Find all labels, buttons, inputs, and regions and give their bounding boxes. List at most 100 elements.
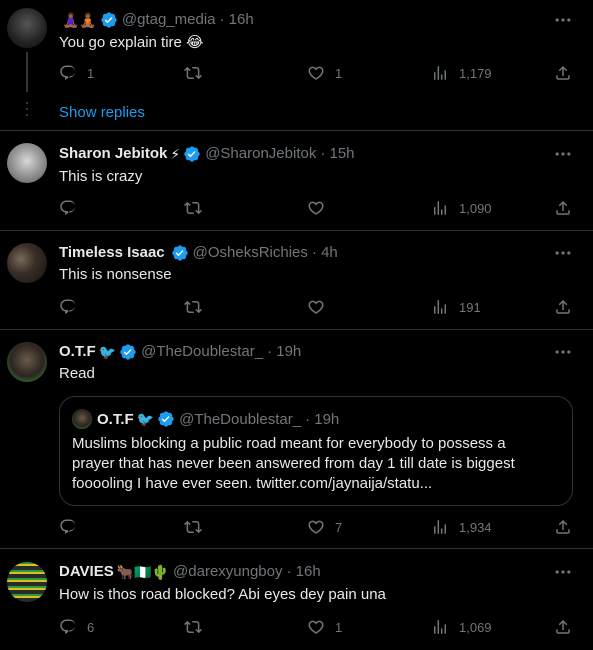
reply-button[interactable] [59,518,87,536]
verified-badge-icon [119,343,137,361]
views-button[interactable]: 1,090 [431,199,492,217]
display-name: O.T.F [97,410,134,428]
share-button[interactable] [554,518,572,536]
quoted-tweet-text: Muslims blocking a public road meant for… [72,435,515,492]
share-button[interactable] [554,298,572,316]
name-emoji: 🐦 [98,344,117,360]
reply-button[interactable]: 1 [59,64,94,82]
share-button[interactable] [554,64,572,82]
user-handle[interactable]: @SharonJebitok [205,144,316,164]
user-handle[interactable]: @OsheksRichies [193,243,308,263]
views-button[interactable]: 191 [431,298,481,316]
tweet-otf[interactable]: O.T.F 🐦 @TheDoublestar_ · 19h Read O.T.F… [0,330,593,548]
retweet-button[interactable] [184,298,212,316]
avatar[interactable] [7,143,47,183]
like-button[interactable]: 1 [307,618,342,636]
timestamp[interactable]: · 16h [220,10,254,30]
timestamp[interactable]: · 15h [320,144,354,164]
display-name[interactable]: Timeless Isaac [59,243,165,263]
views-chart-icon [431,64,449,82]
tweet-davies[interactable]: DAVIES 🐂🇳🇬🌵 @darexyungboy · 16h How is t… [0,549,593,650]
more-options-icon[interactable] [553,243,573,263]
thread-dots [25,102,29,120]
display-name[interactable]: DAVIES [59,562,114,582]
more-options-icon[interactable] [553,562,573,582]
heart-icon [307,298,325,316]
reply-button[interactable]: 6 [59,618,94,636]
tweet-actions: 191 [59,298,579,318]
user-handle[interactable]: @gtag_media [122,10,216,30]
name-emoji: 🐦 [136,410,155,427]
user-handle[interactable]: @TheDoublestar_ [141,342,263,362]
tweet-header: DAVIES 🐂🇳🇬🌵 @darexyungboy · 16h [59,562,321,582]
avatar[interactable] [7,342,47,382]
views-count: 1,179 [459,65,492,81]
share-icon [554,199,572,217]
tweet-header: Timeless Isaac @OsheksRichies · 4h [59,243,338,263]
retweet-icon [184,64,202,82]
timestamp[interactable]: · 16h [287,562,321,582]
tweet-gtag-media[interactable]: 🧘🏾‍♀️🧘🏾 @gtag_media · 16h You go explain… [0,0,593,126]
retweet-icon [184,199,202,217]
avatar [72,409,92,429]
reply-button[interactable] [59,199,87,217]
show-replies-link[interactable]: Show replies [59,104,145,121]
tweet-text: You go explain tire 😂 [59,34,204,51]
tweet-header: 🧘🏾‍♀️🧘🏾 @gtag_media · 16h [59,10,254,30]
avatar[interactable] [7,562,47,602]
views-chart-icon [431,298,449,316]
views-button[interactable]: 1,934 [431,518,492,536]
retweet-button[interactable] [184,618,212,636]
timestamp[interactable]: · 4h [312,243,338,263]
user-handle[interactable]: @darexyungboy [173,562,282,582]
tweet-text: This is crazy [59,168,143,185]
tweet-header: O.T.F 🐦 @TheDoublestar_ · 19h [59,342,301,362]
tweet-actions: 6 1 1,069 [59,618,579,638]
avatar[interactable] [7,243,47,283]
retweet-icon [184,518,202,536]
verified-badge-icon [171,244,189,262]
like-button[interactable] [307,199,335,217]
share-icon [554,618,572,636]
more-options-icon[interactable] [553,342,573,362]
heart-icon [307,518,325,536]
views-count: 1,069 [459,619,492,635]
like-button[interactable]: 7 [307,518,342,536]
heart-icon [307,64,325,82]
like-button[interactable] [307,298,335,316]
share-button[interactable] [554,199,572,217]
tweet-actions: 1,090 [59,199,579,219]
views-count: 191 [459,299,481,315]
views-count: 1,934 [459,519,492,535]
tweet-sharon-jebitok[interactable]: Sharon Jebitok ⚡ @SharonJebitok · 15h Th… [0,131,593,231]
more-options-icon[interactable] [553,10,573,30]
name-emoji: 🧘🏾‍♀️🧘🏾 [62,12,97,28]
views-button[interactable]: 1,069 [431,618,492,636]
like-button[interactable]: 1 [307,64,342,82]
retweet-button[interactable] [184,64,212,82]
quoted-tweet[interactable]: O.T.F 🐦 @TheDoublestar_ · 19h Muslims bl… [59,396,573,506]
reply-icon [59,199,77,217]
verified-badge-icon [157,410,175,428]
display-name[interactable]: O.T.F [59,342,96,362]
reply-button[interactable] [59,298,87,316]
share-button[interactable] [554,618,572,636]
reply-icon [59,298,77,316]
retweet-button[interactable] [184,199,212,217]
name-emoji: ⚡ [170,146,181,162]
avatar[interactable] [7,8,47,48]
more-options-icon[interactable] [553,144,573,164]
views-count: 1,090 [459,200,492,216]
tweet-timeless-isaac[interactable]: Timeless Isaac @OsheksRichies · 4h This … [0,231,593,329]
display-name[interactable]: Sharon Jebitok [59,144,167,164]
like-count: 1 [335,65,343,81]
tweet-text: This is nonsense [59,266,172,283]
heart-icon [307,618,325,636]
views-button[interactable]: 1,179 [431,64,492,82]
timestamp[interactable]: · 19h [267,342,301,362]
verified-badge-icon [183,145,201,163]
tweet-text: How is thos road blocked? Abi eyes dey p… [59,586,386,603]
retweet-button[interactable] [184,518,212,536]
tweet-actions: 7 1,934 [59,518,579,538]
share-icon [554,64,572,82]
